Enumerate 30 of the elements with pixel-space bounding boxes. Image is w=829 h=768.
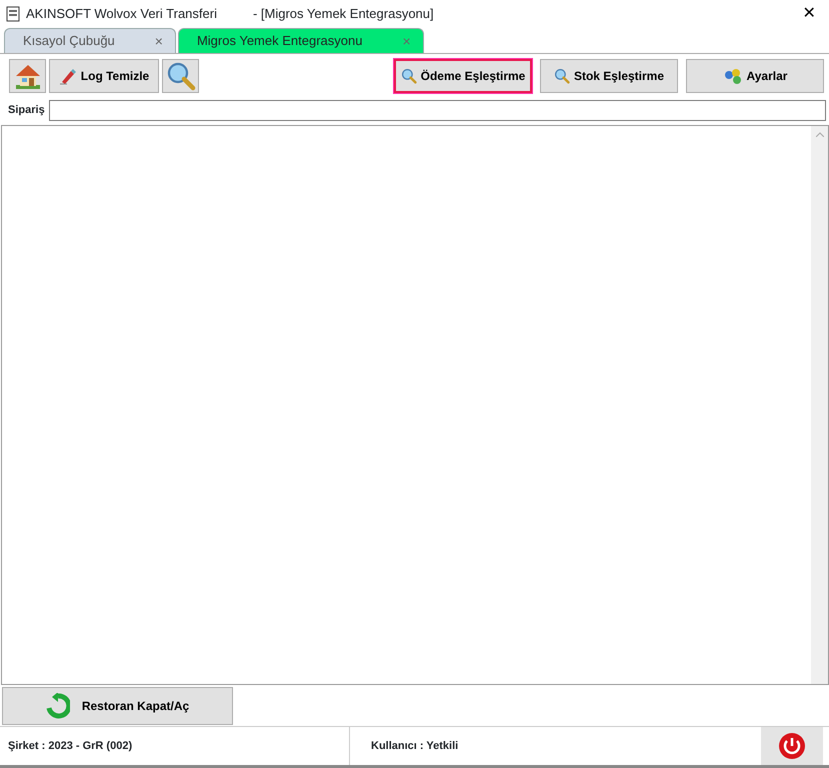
refresh-icon [46, 692, 70, 718]
toolbar-button[interactable]: Stok Eşleştirme [540, 59, 678, 93]
restaurant-toggle-button[interactable]: Restoran Kapat/Aç [2, 686, 233, 724]
tab-label: Migros Yemek Entegrasyonu [196, 32, 362, 50]
search-button[interactable] [162, 59, 199, 93]
toolbar-button[interactable]: Ödeme Eşleştirme [394, 59, 532, 93]
user-status: Kullanıcı : Yetkili [370, 738, 458, 754]
tab-label: Kısayol Çubuğu [23, 32, 115, 50]
order-field[interactable] [48, 100, 826, 121]
search-icon [554, 68, 570, 84]
tab[interactable]: Migros Yemek Entegrasyonu × [178, 28, 424, 53]
window-subtitle: - [Migros Yemek Entegrasyonu] [252, 4, 434, 23]
search-icon [166, 61, 196, 91]
power-button[interactable] [761, 727, 823, 765]
window-title: AKINSOFT Wolvox Veri Transferi [26, 4, 217, 23]
company-status: Şirket : 2023 - GrR (002) [7, 738, 132, 754]
tab[interactable]: Kısayol Çubuğu × [4, 28, 176, 53]
search-icon [400, 68, 417, 84]
toolbar-button[interactable]: Ayarlar [686, 59, 824, 93]
field-label: Sipariş [8, 103, 45, 118]
tab-close-button[interactable]: × [154, 30, 163, 52]
app-icon [6, 6, 20, 22]
home-icon [14, 62, 42, 90]
pen-icon [58, 67, 77, 85]
home-button[interactable] [9, 59, 46, 93]
scrollbar[interactable] [811, 126, 828, 684]
close-button[interactable]: ✕ [789, 0, 829, 27]
scroll-up-icon [816, 132, 824, 137]
toolbar-button[interactable]: Log Temizle [49, 59, 159, 93]
power-icon [778, 732, 806, 760]
